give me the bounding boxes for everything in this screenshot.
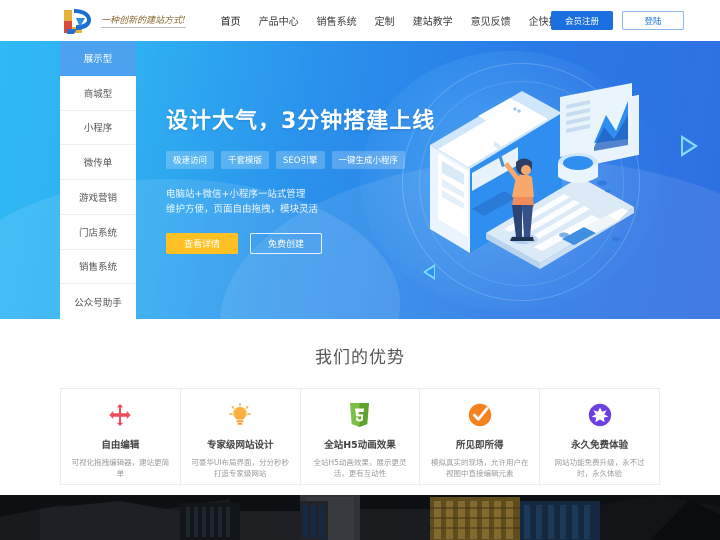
sidebar-item-game-marketing[interactable]: 游戏营销 bbox=[60, 180, 136, 215]
nav-item-sales-system[interactable]: 销售系统 bbox=[317, 13, 357, 28]
hero-tag-seo: SEO引擎 bbox=[276, 151, 325, 169]
html5-shield-icon bbox=[349, 402, 370, 428]
nav-item-products[interactable]: 产品中心 bbox=[259, 13, 299, 28]
hero-cta-group: 查看详情 免费创建 bbox=[166, 233, 435, 254]
advantage-card-h5-animation: 全站H5动画效果 全站H5动画效果，展示更灵活，更有互动性 bbox=[301, 389, 421, 484]
advantage-card-expert-design: 专家级网站设计 可豪华UI布局界面，分分秒秒打造专家级网站 bbox=[181, 389, 301, 484]
sidebar-item-official-account[interactable]: 公众号助手 bbox=[60, 284, 136, 319]
advantage-card-free-edit: 自由编辑 可视化拖拽编辑器，建站更简单 bbox=[61, 389, 181, 484]
advantage-title: 专家级网站设计 bbox=[206, 440, 274, 451]
advantages-section: 我们的优势 自由编辑 可视化拖拽编辑器，建站更简单 专家级网站设计 可豪华UI布… bbox=[0, 319, 720, 495]
advantage-desc: 网站功能免费升级，永不过时，永久体验 bbox=[554, 458, 645, 478]
nav-item-feedback[interactable]: 意见反馈 bbox=[471, 13, 511, 28]
advantage-title: 所见即所得 bbox=[456, 440, 504, 451]
register-button[interactable]: 会员注册 bbox=[551, 11, 613, 30]
hero-content: 设计大气，3分钟搭建上线 极速访问 千套模版 SEO引擎 一键生成小程序 电脑站… bbox=[166, 103, 435, 254]
free-badge-icon bbox=[588, 402, 612, 428]
sidebar-item-sales-system[interactable]: 销售系统 bbox=[60, 250, 136, 285]
sidebar-item-miniprogram[interactable]: 小程序 bbox=[60, 111, 136, 146]
triangle-right-icon bbox=[681, 135, 698, 157]
sidebar-item-display[interactable]: 展示型 bbox=[60, 41, 136, 76]
move-arrows-icon bbox=[109, 402, 131, 428]
hero-desc-line-1: 电脑站+微信+小程序一站式管理 bbox=[166, 189, 306, 200]
sidebar-item-store-system[interactable]: 门店系统 bbox=[60, 215, 136, 250]
free-create-button[interactable]: 免费创建 bbox=[250, 233, 322, 254]
category-sidebar: 展示型 商城型 小程序 微传单 游戏营销 门店系统 销售系统 公众号助手 bbox=[60, 41, 136, 319]
check-circle-icon bbox=[468, 402, 492, 428]
advantage-desc: 全站H5动画效果，展示更灵活，更有互动性 bbox=[313, 458, 407, 478]
hero-description: 电脑站+微信+小程序一站式管理 维护方便，页面自由拖拽，模块灵活 bbox=[166, 187, 435, 217]
hero-tag-list: 极速访问 千套模版 SEO引擎 一键生成小程序 bbox=[166, 151, 435, 169]
hero-tag-templates: 千套模版 bbox=[221, 151, 270, 169]
login-button[interactable]: 登陆 bbox=[622, 11, 684, 30]
page-root: 一种创新的建站方式! 首页 产品中心 销售系统 定制 建站教学 意见反馈 企快推… bbox=[0, 0, 720, 540]
logo-tagline: 一种创新的建站方式! bbox=[101, 13, 186, 28]
advantage-card-wysiwyg: 所见即所得 模拟真实的现场，允许用户在视图中直接编辑元素 bbox=[420, 389, 541, 484]
site-header: 一种创新的建站方式! 首页 产品中心 销售系统 定制 建站教学 意见反馈 企快推… bbox=[0, 0, 720, 41]
logo-mark-icon bbox=[60, 7, 94, 35]
auth-buttons: 会员注册 登陆 bbox=[551, 11, 684, 30]
advantage-desc: 可豪华UI布局界面，分分秒秒打造专家级网站 bbox=[191, 458, 290, 478]
advantage-desc: 可视化拖拽编辑器，建站更简单 bbox=[71, 458, 170, 478]
advantages-title: 我们的优势 bbox=[315, 348, 405, 368]
sidebar-item-mall[interactable]: 商城型 bbox=[60, 76, 136, 111]
logo[interactable]: 一种创新的建站方式! bbox=[60, 7, 186, 35]
hero-title: 设计大气，3分钟搭建上线 bbox=[166, 109, 436, 134]
footer-banner-image bbox=[0, 495, 720, 540]
nav-item-home[interactable]: 首页 bbox=[221, 13, 241, 28]
hero-illustration bbox=[412, 57, 682, 292]
advantage-title: 永久免费体验 bbox=[571, 440, 629, 451]
advantages-card-grid: 自由编辑 可视化拖拽编辑器，建站更简单 专家级网站设计 可豪华UI布局界面，分分… bbox=[60, 388, 660, 485]
sidebar-item-weichuandan[interactable]: 微传单 bbox=[60, 145, 136, 180]
nav-item-tutorial[interactable]: 建站教学 bbox=[413, 13, 453, 28]
hero-desc-line-2: 维护方便，页面自由拖拽，模块灵活 bbox=[166, 204, 319, 215]
nav-item-custom[interactable]: 定制 bbox=[375, 13, 395, 28]
advantage-title: 全站H5动画效果 bbox=[324, 440, 396, 451]
advantage-desc: 模拟真实的现场，允许用户在视图中直接编辑元素 bbox=[431, 458, 529, 478]
hero-banner: 展示型 商城型 小程序 微传单 游戏营销 门店系统 销售系统 公众号助手 设计大… bbox=[0, 41, 720, 319]
lightbulb-icon bbox=[229, 402, 252, 428]
view-detail-button[interactable]: 查看详情 bbox=[166, 233, 238, 254]
advantage-title: 自由编辑 bbox=[101, 440, 140, 451]
advantage-card-free-forever: 永久免费体验 网站功能免费升级，永不过时，永久体验 bbox=[540, 389, 659, 484]
hero-tag-miniprogram: 一键生成小程序 bbox=[331, 151, 406, 169]
main-nav: 首页 产品中心 销售系统 定制 建站教学 意见反馈 企快推 bbox=[212, 13, 568, 28]
hero-tag-fast-access: 极速访问 bbox=[166, 151, 215, 169]
